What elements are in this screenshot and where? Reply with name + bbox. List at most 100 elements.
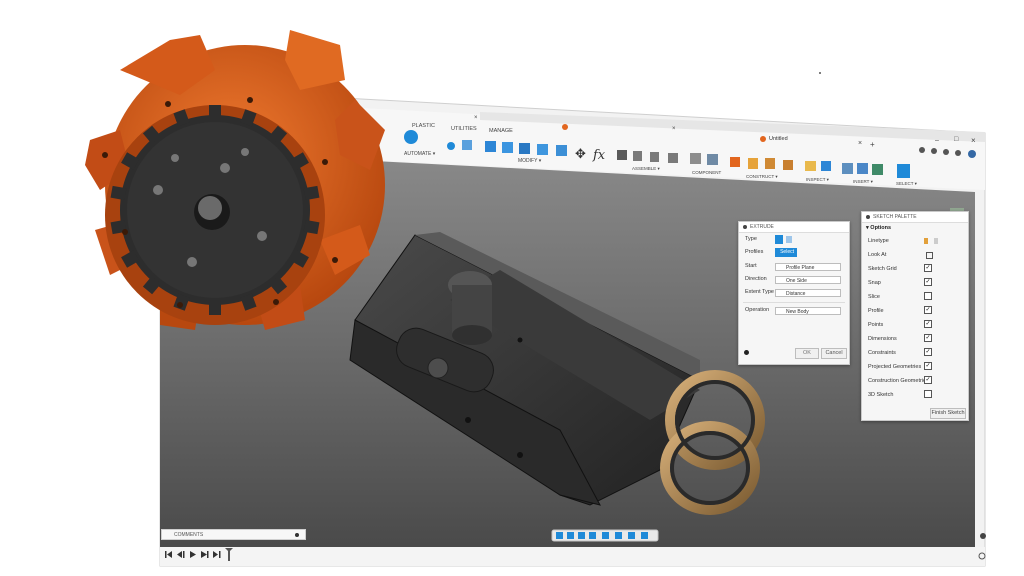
minimize-button[interactable]: – [935, 137, 939, 144]
group-automate[interactable]: AUTOMATE ▾ [404, 151, 435, 157]
extrude-row-operation: Operation New Body [739, 305, 849, 319]
stray-mark [819, 72, 821, 74]
tab-close-icon-left[interactable]: × [474, 115, 478, 121]
tab-utilities[interactable]: UTILITIES [451, 126, 477, 132]
extrude-dialog: EXTRUDE Type Profiles Select Start Profi… [738, 221, 850, 365]
document-tab-title[interactable]: Untitled [769, 136, 788, 142]
checkbox-unchecked[interactable] [924, 390, 932, 398]
extrude-label-type: Type [745, 236, 757, 242]
extrude-start-select[interactable]: Profile Plane [775, 263, 841, 271]
palette-row-label: Snap [868, 280, 881, 286]
group-component[interactable]: COMPONENT [692, 170, 721, 175]
extrude-profiles-select[interactable]: Select [775, 248, 797, 257]
comments-panel[interactable]: COMMENTS [161, 529, 306, 540]
palette-row-label: Points [868, 322, 884, 328]
tab-plastic[interactable]: PLASTIC [412, 123, 435, 129]
group-inspect[interactable]: INSPECT ▾ [806, 177, 829, 183]
checkbox-checked[interactable]: ✓ [924, 376, 932, 384]
tab-close-icon-mid[interactable]: × [672, 126, 676, 132]
extrude-ok-button[interactable]: OK [795, 348, 819, 359]
extrude-header-dot [743, 225, 747, 229]
tab-manage[interactable]: MANAGE [489, 128, 513, 134]
document-tab-close-icon[interactable]: × [858, 140, 862, 147]
palette-row-label: 3D Sketch [868, 392, 894, 398]
extrude-cancel-button[interactable]: Cancel [821, 348, 847, 359]
comments-label: COMMENTS [174, 532, 204, 538]
sketch-palette-dot [866, 215, 870, 219]
checkbox-checked[interactable]: ✓ [924, 264, 932, 272]
extrude-header[interactable]: EXTRUDE [739, 222, 849, 233]
extrude-label-profiles: Profiles [745, 249, 764, 255]
extrude-label-direction: Direction [745, 276, 767, 282]
composite-scene: ✥ fx PLASTIC UTILITIES MANAGE AUTOMATE ▾… [0, 0, 1024, 576]
palette-row-label: Look At [868, 252, 887, 258]
orange-gear-model [85, 30, 385, 330]
extrude-row-type: Type [739, 234, 849, 248]
extrude-row-start: Start Profile Plane [739, 261, 849, 275]
palette-row: Sketch Grid ✓ [862, 264, 968, 278]
palette-row: Slice [862, 292, 968, 306]
palette-row-label: Projected Geometries [868, 364, 922, 370]
palette-row: Projected Geometries ✓ [862, 362, 968, 376]
palette-row: Construction Geometries ✓ [862, 376, 968, 390]
look-at-icon[interactable] [926, 252, 933, 259]
palette-row-label: Linetype [868, 238, 889, 244]
options-section-label: Options [870, 225, 892, 231]
sketch-palette-header[interactable]: SKETCH PALETTE [862, 212, 968, 223]
close-button[interactable]: × [971, 136, 976, 145]
palette-row: Look At [862, 250, 968, 264]
nav-icons [556, 532, 648, 539]
extrude-extent-select[interactable]: Distance [775, 289, 841, 297]
new-tab-icon[interactable]: + [870, 140, 875, 149]
group-construct[interactable]: CONSTRUCT ▾ [746, 174, 778, 180]
palette-row-label: Constraints [868, 350, 896, 356]
linetype-icon[interactable] [924, 238, 938, 244]
palette-row-label: Construction Geometries [868, 378, 929, 384]
group-modify[interactable]: MODIFY ▾ [518, 158, 541, 164]
extrude-title: EXTRUDE [750, 224, 774, 230]
palette-row-label: Sketch Grid [868, 266, 897, 272]
extrude-divider [743, 302, 845, 303]
extrude-direction-select[interactable]: One Side [775, 276, 841, 284]
sketch-palette: SKETCH PALETTE ▾ Options Linetype Look At… [861, 211, 969, 421]
finish-sketch-button[interactable]: Finish Sketch [930, 408, 966, 419]
group-select[interactable]: SELECT ▾ [896, 181, 917, 187]
extrude-label-operation: Operation [745, 307, 770, 313]
timeline-bar [160, 547, 985, 566]
viewport-info-icon[interactable] [980, 533, 986, 539]
palette-row-label: Slice [868, 294, 880, 300]
palette-row: Snap ✓ [862, 278, 968, 292]
maximize-button[interactable]: □ [954, 136, 958, 143]
extrude-row-extent-type: Extent Type Distance [739, 287, 849, 301]
palette-row: Points ✓ [862, 320, 968, 334]
options-section-header[interactable]: ▾ Options [866, 225, 891, 231]
palette-row-label: Profile [868, 308, 884, 314]
checkbox-checked[interactable]: ✓ [924, 348, 932, 356]
svg-text:✥: ✥ [575, 147, 586, 162]
group-insert[interactable]: INSERT ▾ [853, 179, 873, 185]
extrude-info-icon[interactable] [744, 350, 749, 355]
checkbox-checked[interactable]: ✓ [924, 320, 932, 328]
palette-row: Linetype [862, 236, 968, 250]
comments-toggle-icon[interactable] [295, 533, 299, 537]
checkbox-checked[interactable]: ✓ [924, 278, 932, 286]
checkbox-checked[interactable]: ✓ [924, 362, 932, 370]
palette-row-label: Dimensions [868, 336, 897, 342]
checkbox-checked[interactable]: ✓ [924, 306, 932, 314]
svg-text:fx: fx [592, 148, 606, 163]
group-assemble[interactable]: ASSEMBLE ▾ [632, 166, 660, 172]
extrude-type-solid-icon[interactable] [775, 235, 783, 244]
extrude-type-surface-icon[interactable] [786, 236, 792, 243]
palette-row: Profile ✓ [862, 306, 968, 320]
palette-row: Constraints ✓ [862, 348, 968, 362]
palette-row: Dimensions ✓ [862, 334, 968, 348]
checkbox-checked[interactable]: ✓ [924, 334, 932, 342]
extrude-label-extent-type: Extent Type [745, 289, 774, 295]
extrude-operation-select[interactable]: New Body [775, 307, 841, 315]
checkbox-unchecked[interactable] [924, 292, 932, 300]
sketch-palette-title: SKETCH PALETTE [873, 214, 917, 220]
extrude-row-direction: Direction One Side [739, 274, 849, 288]
document-status-icon [562, 124, 568, 130]
palette-row: 3D Sketch [862, 390, 968, 404]
extrude-label-start: Start [745, 263, 757, 269]
